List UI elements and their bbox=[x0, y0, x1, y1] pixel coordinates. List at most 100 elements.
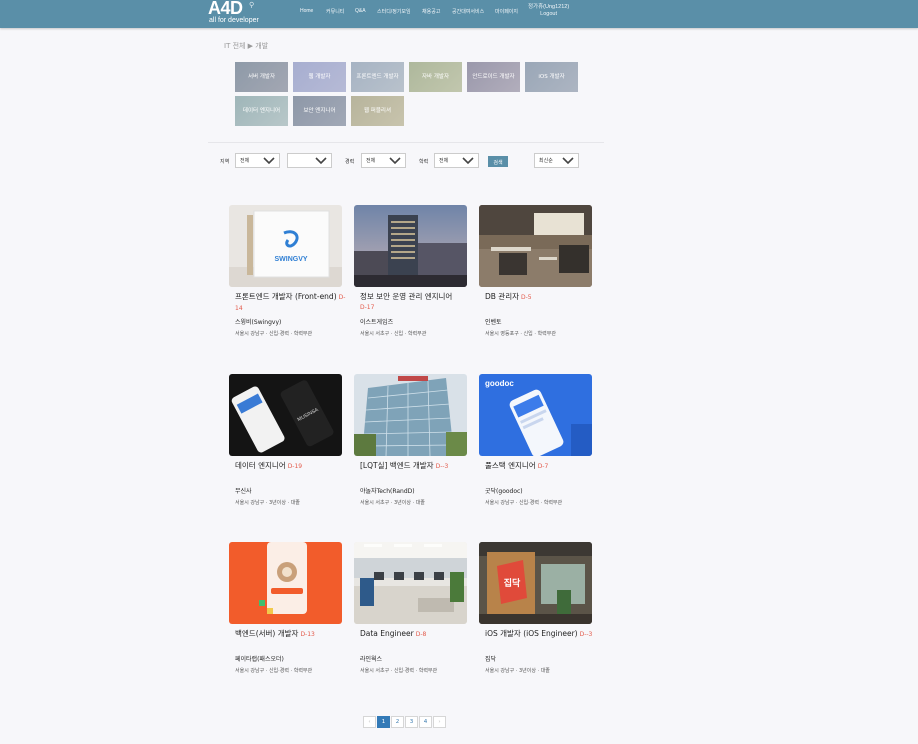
dday-badge: D--3 bbox=[435, 463, 449, 470]
nav-qna[interactable]: Q&A bbox=[355, 8, 366, 14]
chevron-down-icon bbox=[462, 157, 474, 165]
job-title-text: iOS 개발자 (iOS Engineer) bbox=[485, 629, 578, 638]
open-office-image bbox=[354, 542, 467, 624]
nav-jobs[interactable]: 채용공고 bbox=[422, 8, 440, 15]
thumb-text: SWINGVY bbox=[274, 256, 307, 263]
company-name: 라인웍스 bbox=[360, 656, 383, 663]
category-security[interactable]: 보안 엔지니어 bbox=[293, 96, 346, 126]
sort-select[interactable]: 최신순 bbox=[534, 153, 579, 168]
company-name: 굿닥(goodoc) bbox=[485, 488, 523, 495]
job-meta: 서울시 서초구 · 신입·경력 · 학력무관 bbox=[360, 668, 438, 674]
category-android[interactable]: 안드로이드 개발자 bbox=[467, 62, 520, 92]
category-data-engineer[interactable]: 데이터 엔지니어 bbox=[235, 96, 288, 126]
search-button[interactable]: 검색 bbox=[488, 156, 508, 167]
job-title-text: 풀스택 엔지니어 bbox=[485, 461, 536, 470]
zipdoc-office-image: 집닥 bbox=[479, 542, 592, 624]
company-name: 이스트게임즈 bbox=[360, 319, 394, 326]
company-name: 무신사 bbox=[235, 488, 252, 495]
logo-search-icon: ⚲ bbox=[249, 1, 255, 9]
user-menu: 정가휴(Ung1212) Logout bbox=[528, 4, 569, 18]
job-thumbnail[interactable] bbox=[229, 542, 342, 624]
job-title[interactable]: [LQT실] 백엔드 개발자 D--3 bbox=[360, 461, 472, 472]
job-title[interactable]: 데이터 엔지니어 D-19 bbox=[235, 461, 347, 472]
site-logo[interactable]: A4D ⚲ all for developer bbox=[208, 0, 278, 28]
dday-badge: D-17 bbox=[360, 304, 375, 311]
glass-tower-image bbox=[354, 374, 467, 456]
company-name: 집닥 bbox=[485, 656, 497, 663]
nav-mypage[interactable]: 마이페이지 bbox=[495, 8, 518, 15]
category-publisher[interactable]: 웹 퍼블리셔 bbox=[351, 96, 404, 126]
job-title[interactable]: 백엔드(서버) 개발자 D-13 bbox=[235, 629, 347, 640]
page-4-button[interactable]: 4 bbox=[419, 716, 432, 728]
job-meta: 서울시 강남구 · 신입·경력 · 학력무관 bbox=[235, 331, 313, 337]
job-thumbnail[interactable]: MUSINSA bbox=[229, 374, 342, 456]
category-server[interactable]: 서버 개발자 bbox=[235, 62, 288, 92]
job-thumbnail[interactable]: SWINGVY bbox=[229, 205, 342, 287]
job-meta: 서울시 서초구 · 신입 · 학력무관 bbox=[360, 331, 427, 337]
job-thumbnail[interactable]: goodoc bbox=[479, 374, 592, 456]
job-thumbnail[interactable]: 집닥 bbox=[479, 542, 592, 624]
education-label: 학력 bbox=[419, 159, 429, 165]
job-meta: 서울시 영등포구 · 신입 · 학력무관 bbox=[485, 331, 556, 337]
nav-study[interactable]: 스터디/정기모임 bbox=[377, 8, 411, 15]
education-select-value: 전체 bbox=[439, 158, 449, 164]
category-frontend[interactable]: 프론트엔드 개발자 bbox=[351, 62, 404, 92]
chevron-down-icon bbox=[263, 157, 275, 165]
category-web[interactable]: 웹 개발자 bbox=[293, 62, 346, 92]
chevron-down-icon bbox=[389, 157, 401, 165]
job-title[interactable]: 정보 보안 운영 관리 엔지니어 D-17 bbox=[360, 292, 472, 313]
company-name: 페이타랩(패스오더) bbox=[235, 656, 284, 663]
job-title[interactable]: 풀스택 엔지니어 D-7 bbox=[485, 461, 597, 472]
job-thumbnail[interactable] bbox=[354, 374, 467, 456]
breadcrumb: IT 전체 ▶ 개발 bbox=[224, 42, 269, 50]
office-interior-image bbox=[479, 205, 592, 287]
career-select[interactable]: 전체 bbox=[361, 153, 406, 168]
job-title-text: 데이터 엔지니어 bbox=[235, 461, 286, 470]
dday-badge: D-13 bbox=[300, 631, 315, 638]
dday-badge: D-8 bbox=[415, 631, 427, 638]
page-2-button[interactable]: 2 bbox=[391, 716, 404, 728]
swingvy-canvas-image: SWINGVY bbox=[229, 205, 342, 287]
pass-order-app-image bbox=[229, 542, 342, 624]
sort-select-value: 최신순 bbox=[539, 158, 553, 164]
nav-space-rental[interactable]: 공간대여서비스 bbox=[452, 8, 484, 15]
job-title-text: Data Engineer bbox=[360, 629, 414, 638]
job-title[interactable]: iOS 개발자 (iOS Engineer) D--3 bbox=[485, 629, 597, 640]
region-select-value: 전체 bbox=[240, 158, 250, 164]
prev-page-button[interactable]: ‹ bbox=[363, 716, 376, 728]
job-meta: 서울시 강남구 · 3년이상 · 대졸 bbox=[235, 500, 300, 506]
thumb-text: goodoc bbox=[485, 379, 514, 388]
job-title-text: [LQT실] 백엔드 개발자 bbox=[360, 461, 434, 470]
job-title[interactable]: 프론트엔드 개발자 (Front-end) D-14 bbox=[235, 292, 347, 314]
nav-community[interactable]: 커뮤니티 bbox=[326, 8, 344, 15]
page-3-button[interactable]: 3 bbox=[405, 716, 418, 728]
category-ios[interactable]: iOS 개발자 bbox=[525, 62, 578, 92]
career-select-value: 전체 bbox=[366, 158, 376, 164]
goodoc-phone-image: goodoc bbox=[479, 374, 592, 456]
top-navbar: A4D ⚲ all for developer Home 커뮤니티 Q&A 스터… bbox=[0, 0, 918, 28]
divider bbox=[208, 142, 604, 143]
job-thumbnail[interactable] bbox=[354, 542, 467, 624]
region-label: 지역 bbox=[220, 159, 230, 165]
job-thumbnail[interactable] bbox=[479, 205, 592, 287]
job-thumbnail[interactable] bbox=[354, 205, 467, 287]
office-building-night-image bbox=[354, 205, 467, 287]
user-name[interactable]: 정가휴(Ung1212) bbox=[528, 4, 569, 11]
job-meta: 서울시 서초구 · 3년이상 · 대졸 bbox=[360, 500, 425, 506]
category-java[interactable]: 자바 개발자 bbox=[409, 62, 462, 92]
company-name: 야놀자Tech(RandD) bbox=[360, 488, 415, 495]
job-meta: 서울시 강남구 · 신입·경력 · 학력무관 bbox=[235, 668, 313, 674]
logout-link[interactable]: Logout bbox=[528, 11, 569, 18]
region-sub-select[interactable] bbox=[287, 153, 332, 168]
dday-badge: D--3 bbox=[579, 631, 593, 638]
career-label: 경력 bbox=[345, 159, 355, 165]
job-meta: 서울시 강남구 · 3년이상 · 대졸 bbox=[485, 668, 550, 674]
next-page-button[interactable]: › bbox=[433, 716, 446, 728]
nav-home[interactable]: Home bbox=[300, 8, 313, 14]
region-select[interactable]: 전체 bbox=[235, 153, 280, 168]
job-title[interactable]: Data Engineer D-8 bbox=[360, 629, 472, 640]
job-title[interactable]: DB 관리자 D-5 bbox=[485, 292, 597, 303]
education-select[interactable]: 전체 bbox=[434, 153, 479, 168]
chevron-down-icon bbox=[562, 157, 574, 165]
page-1-button[interactable]: 1 bbox=[377, 716, 390, 728]
